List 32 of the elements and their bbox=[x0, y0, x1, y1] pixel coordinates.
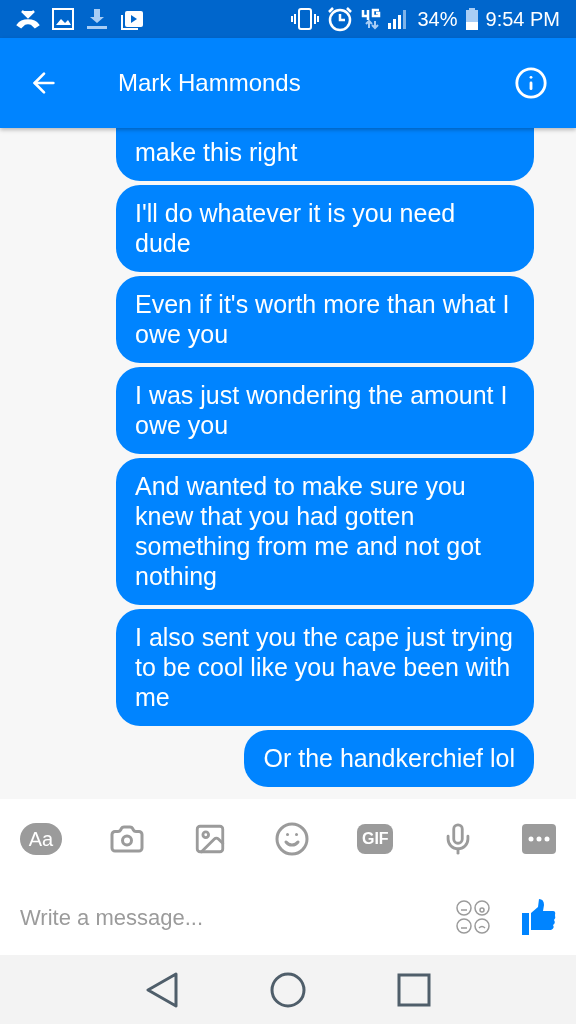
recents-nav-button[interactable] bbox=[396, 972, 431, 1007]
emoji-button[interactable] bbox=[274, 821, 310, 857]
vibrate-icon bbox=[291, 8, 320, 30]
text-style-button[interactable]: Aa bbox=[20, 823, 62, 855]
clock: 9:54 PM bbox=[485, 7, 560, 32]
battery-percent: 34% bbox=[417, 7, 458, 32]
message-field[interactable]: Write a message... bbox=[20, 900, 456, 934]
message-bubble: And wanted to make sure you knew that you had gotten something from me and not got nothing bbox=[116, 458, 534, 605]
image-icon bbox=[52, 8, 74, 30]
contact-name: Mark Hammonds bbox=[118, 68, 302, 98]
message-bubble: I also sent you the cape just trying to be cool like you have been with me bbox=[116, 609, 534, 726]
message-bubble: Or the handkerchief lol bbox=[244, 730, 534, 787]
home-nav-button[interactable] bbox=[270, 971, 306, 1008]
message-bubble: Even if it's worth more than what I owe you bbox=[116, 276, 534, 363]
reactions-icon bbox=[456, 900, 490, 934]
more-icon bbox=[527, 836, 550, 842]
message-bubble: make this right bbox=[116, 128, 534, 181]
like-button[interactable] bbox=[522, 899, 556, 935]
message-bubble: I was just wondering the amount I owe you bbox=[116, 367, 534, 454]
message-bubble: I'll do whatever it is you need dude bbox=[116, 185, 534, 272]
battery-icon bbox=[465, 8, 478, 30]
thumbs-up-icon bbox=[522, 899, 556, 935]
reactions-button[interactable] bbox=[456, 900, 490, 934]
back-nav-button[interactable] bbox=[145, 971, 180, 1008]
composer-bar[interactable]: Write a message... bbox=[0, 879, 576, 955]
info-button[interactable] bbox=[514, 66, 548, 100]
video-icon bbox=[120, 8, 144, 30]
download-icon bbox=[86, 8, 108, 30]
missed-call-icon bbox=[16, 9, 40, 29]
gif-button[interactable]: GIF bbox=[357, 824, 394, 854]
alarm-icon bbox=[327, 6, 354, 32]
more-button[interactable] bbox=[521, 824, 556, 854]
